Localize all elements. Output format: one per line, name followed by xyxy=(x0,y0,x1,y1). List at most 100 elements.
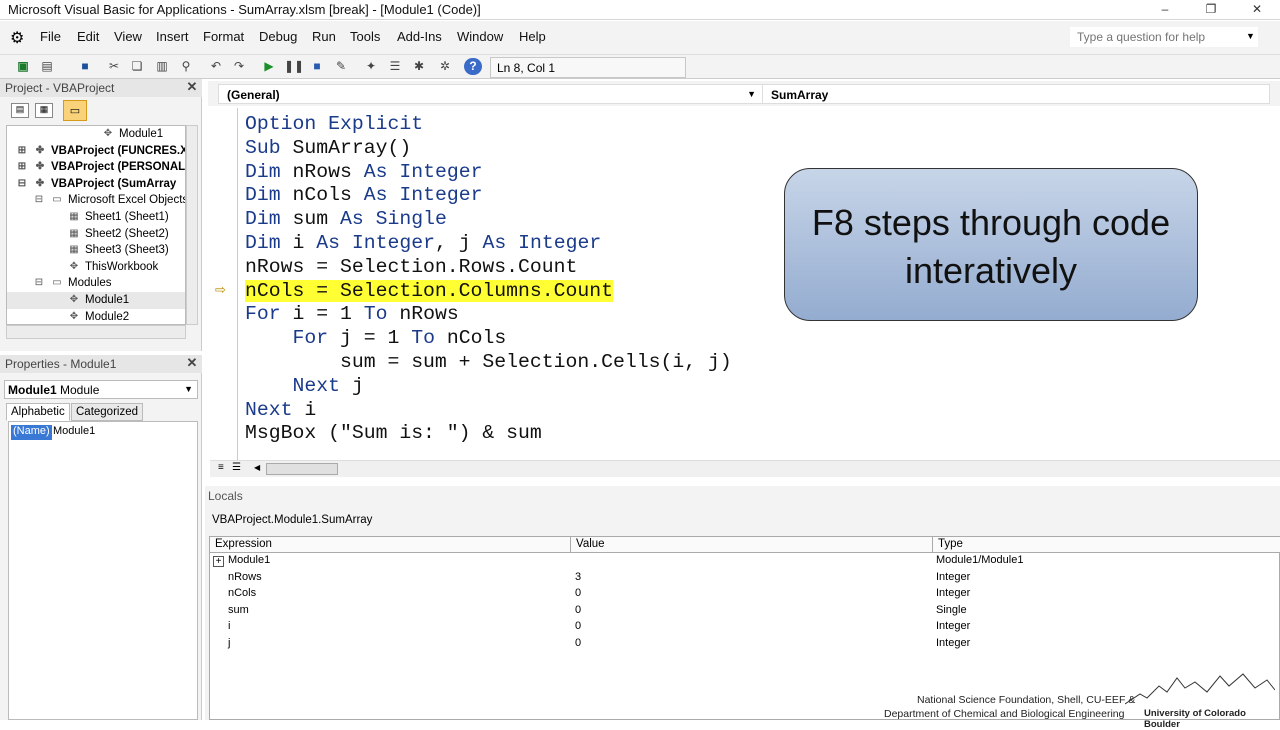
redo-icon[interactable]: ↷ xyxy=(230,58,248,75)
cut-icon[interactable]: ✂ xyxy=(105,58,123,75)
object-dropdown[interactable]: (General) ▼ xyxy=(218,84,763,104)
tree-item[interactable]: ⊟ ▭ Microsoft Excel Objects xyxy=(7,192,185,209)
design-mode-icon[interactable]: ✎ xyxy=(332,58,350,75)
view-object-icon[interactable]: ▦ xyxy=(35,103,53,118)
code-line[interactable]: Option Explicit xyxy=(245,112,423,136)
tree-item[interactable]: ▦ Sheet3 (Sheet3) xyxy=(7,242,185,259)
copy-icon[interactable]: ❏ xyxy=(128,58,146,75)
reset-icon[interactable]: ■ xyxy=(308,58,326,75)
expander-icon[interactable] xyxy=(49,211,63,223)
tab-alphabetic[interactable]: Alphabetic xyxy=(6,403,70,421)
expander-icon[interactable] xyxy=(49,244,63,256)
properties-icon[interactable]: ☰ xyxy=(386,58,404,75)
code-line[interactable]: Dim i As Integer, j As Integer xyxy=(245,231,601,255)
code-line-text: Dim nCols As Integer xyxy=(245,184,483,207)
tree-item[interactable]: ⊟ ▭ Modules xyxy=(7,275,185,292)
break-icon[interactable]: ❚❚ xyxy=(284,58,304,75)
menu-view[interactable]: View xyxy=(114,29,142,44)
module-view-icon[interactable]: ☰ xyxy=(232,462,241,473)
expander-icon[interactable]: ⊟ xyxy=(32,194,46,206)
column-header-value[interactable]: Value xyxy=(571,537,933,553)
procedure-dropdown[interactable]: SumArray xyxy=(762,84,1270,104)
code-line[interactable]: sum = sum + Selection.Cells(i, j) xyxy=(245,350,732,374)
tree-item[interactable]: ▦ Sheet2 (Sheet2) xyxy=(7,226,185,243)
view-code-icon[interactable]: ▤ xyxy=(11,103,29,118)
code-line[interactable]: Sub SumArray() xyxy=(245,136,411,160)
close-icon[interactable]: ✕ xyxy=(185,80,199,94)
expander-icon[interactable] xyxy=(49,228,63,240)
column-header-type[interactable]: Type xyxy=(933,537,1280,553)
tree-item[interactable]: ✥ ThisWorkbook xyxy=(7,259,185,276)
menu-insert[interactable]: Insert xyxy=(156,29,189,44)
menu-help[interactable]: Help xyxy=(519,29,546,44)
menu-file[interactable]: File xyxy=(40,29,61,44)
paste-icon[interactable]: ▥ xyxy=(153,58,171,75)
code-line[interactable]: nCols = Selection.Columns.Count xyxy=(245,279,613,303)
code-gutter[interactable]: ⇨ xyxy=(210,108,238,460)
toggle-folders-icon[interactable]: ▭ xyxy=(63,100,87,121)
code-line[interactable]: For i = 1 To nRows xyxy=(245,302,459,326)
maximize-button[interactable]: ❐ xyxy=(1188,0,1234,18)
expander-icon[interactable]: ⊟ xyxy=(15,178,29,190)
excel-icon[interactable]: ▣ xyxy=(14,58,32,75)
code-line[interactable]: nRows = Selection.Rows.Count xyxy=(245,255,577,279)
locals-grid: Expression Value Type + Module1 Module1/Mo… xyxy=(209,536,1280,720)
tree-hscroll[interactable] xyxy=(6,325,186,339)
expander-icon[interactable] xyxy=(83,128,97,140)
help-dropdown-icon[interactable]: ▼ xyxy=(1246,31,1255,41)
expander-icon[interactable] xyxy=(49,261,63,273)
tree-item[interactable]: ▦ Sheet1 (Sheet1) xyxy=(7,209,185,226)
tree-item[interactable]: ⊞ ✤ VBAProject (PERSONAL xyxy=(7,159,185,176)
menu-tools[interactable]: Tools xyxy=(350,29,380,44)
help-icon[interactable]: ? xyxy=(464,58,482,75)
menu-window[interactable]: Window xyxy=(457,29,503,44)
tree-vscroll[interactable] xyxy=(186,125,198,325)
menu-edit[interactable]: Edit xyxy=(77,29,99,44)
expander-icon[interactable]: ⊞ xyxy=(15,161,29,173)
object-selector[interactable]: Module1 Module ▼ xyxy=(4,380,198,399)
property-value[interactable]: Module1 xyxy=(51,425,97,440)
help-search-input[interactable] xyxy=(1070,27,1258,47)
expander-icon[interactable]: ⊞ xyxy=(15,145,29,157)
tree-item[interactable]: ⊞ ✤ VBAProject (FUNCRES.X xyxy=(7,143,185,160)
procedure-view-icon[interactable]: ≡ xyxy=(218,462,224,473)
expander-icon[interactable] xyxy=(49,311,63,323)
menu-debug[interactable]: Debug xyxy=(259,29,297,44)
menu-run[interactable]: Run xyxy=(312,29,336,44)
column-header-expression[interactable]: Expression xyxy=(210,537,571,553)
code-hscroll[interactable]: ≡ ☰ ◀ xyxy=(210,460,1280,477)
menu-add-ins[interactable]: Add-Ins xyxy=(397,29,442,44)
close-button[interactable]: ✕ xyxy=(1234,0,1280,18)
code-line[interactable]: MsgBox ("Sum is: ") & sum xyxy=(245,421,542,445)
project-explorer-icon[interactable]: ✦ xyxy=(362,58,380,75)
scroll-thumb[interactable] xyxy=(266,463,338,475)
scroll-left-icon[interactable]: ◀ xyxy=(254,463,260,472)
project-tree[interactable]: ✥ Module1 ⊞ ✤ VBAProject (FUNCRES.X ⊞ ✤ VBAProj… xyxy=(6,125,186,325)
property-name[interactable]: (Name) xyxy=(11,425,52,440)
save-icon[interactable]: ■ xyxy=(76,58,94,75)
toolbox-icon[interactable]: ✲ xyxy=(436,58,454,75)
tab-categorized[interactable]: Categorized xyxy=(71,403,144,421)
expand-icon[interactable]: + xyxy=(213,556,224,567)
object-browser-icon[interactable]: ✱ xyxy=(410,58,428,75)
insert-module-icon[interactable]: ▤ xyxy=(38,58,56,75)
expander-icon[interactable] xyxy=(49,294,63,306)
code-line[interactable]: Next j xyxy=(245,374,363,398)
code-line[interactable]: Next i xyxy=(245,398,316,422)
tree-item[interactable]: ✥ Module1 xyxy=(7,126,185,143)
tree-item[interactable]: ✥ Module1 xyxy=(7,291,185,309)
code-line[interactable]: Dim nRows As Integer xyxy=(245,160,482,184)
tree-item[interactable]: ✥ Module2 xyxy=(7,309,185,324)
code-line[interactable]: Dim nCols As Integer xyxy=(245,183,482,207)
run-icon[interactable]: ▶ xyxy=(260,58,278,75)
code-line[interactable]: Dim sum As Single xyxy=(245,207,447,231)
tree-item[interactable]: ⊟ ✤ VBAProject (SumArray xyxy=(7,176,185,193)
minimize-button[interactable]: – xyxy=(1142,0,1188,18)
expander-icon[interactable]: ⊟ xyxy=(32,277,46,289)
sheet-icon: ▦ xyxy=(69,210,79,222)
close-icon[interactable]: ✕ xyxy=(185,356,199,370)
code-line[interactable]: For j = 1 To nCols xyxy=(245,326,506,350)
find-icon[interactable]: ⚲ xyxy=(177,58,195,75)
menu-format[interactable]: Format xyxy=(203,29,244,44)
undo-icon[interactable]: ↶ xyxy=(207,58,225,75)
